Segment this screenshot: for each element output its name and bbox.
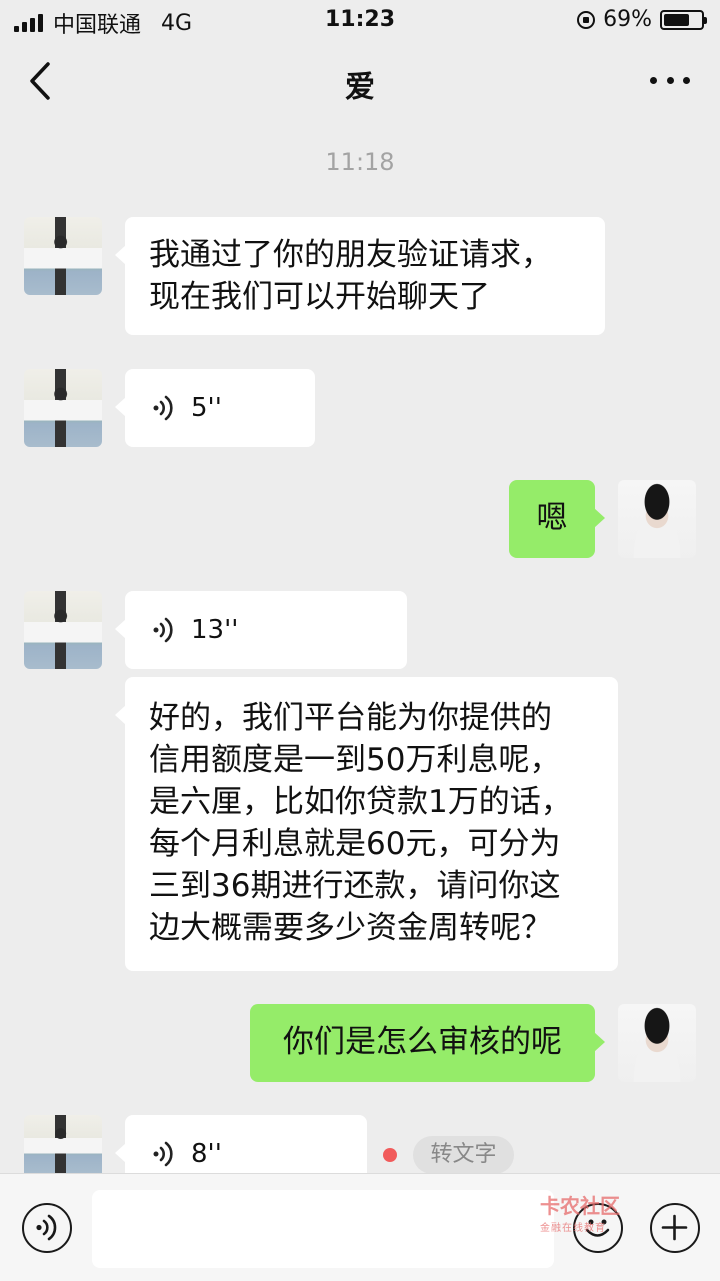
chat-title: 爱 <box>345 70 375 105</box>
message-bubble-received[interactable]: 我通过了你的朋友验证请求， 现在我们可以开始聊天了 <box>115 217 605 335</box>
message-text: 你们是怎么审核的呢 <box>283 1024 562 1060</box>
contact-avatar[interactable] <box>24 1115 102 1173</box>
message-bubble-sent[interactable]: 你们是怎么审核的呢 <box>250 1004 605 1082</box>
voice-duration: 13'' <box>191 615 239 645</box>
voice-message-content: 5'' <box>125 369 315 447</box>
unread-dot <box>383 1148 397 1162</box>
battery-level <box>664 13 689 26</box>
voice-message-content: 13'' <box>125 591 407 669</box>
plus-button[interactable] <box>650 1203 700 1253</box>
rotation-lock-icon <box>577 10 596 29</box>
battery-percent: 69% <box>603 7 652 32</box>
more-options-icon <box>650 76 657 84</box>
contact-avatar[interactable] <box>24 591 102 669</box>
voice-input-icon <box>36 1214 57 1241</box>
voice-wave-icon <box>153 617 173 643</box>
voice-input-button[interactable] <box>22 1203 72 1253</box>
convert-to-text-button[interactable]: 转文字 <box>413 1136 514 1174</box>
watermark-logo: 卡农社区 金融在线教育 <box>540 1190 620 1234</box>
more-dot <box>683 76 690 84</box>
message-bubble-received[interactable]: 好的，我们平台能为你提供的 信用额度是一到50万利息呢， 是六厘，比如你贷款1万… <box>115 677 618 971</box>
contact-avatar[interactable] <box>24 369 102 447</box>
more-dot <box>666 76 674 84</box>
nav-bar: 爱 <box>0 40 720 124</box>
message-timestamp: 11:18 <box>325 148 395 176</box>
self-avatar[interactable] <box>618 1004 696 1082</box>
voice-duration: 8'' <box>191 1139 222 1169</box>
message-text: 好的，我们平台能为你提供的 信用额度是一到50万利息呢， 是六厘，比如你贷款1万… <box>149 700 572 946</box>
voice-duration: 5'' <box>191 393 222 423</box>
message-bubble-sent[interactable]: 嗯 <box>509 480 605 558</box>
battery-icon <box>660 9 707 30</box>
more-options-button[interactable] <box>650 70 690 90</box>
self-avatar[interactable] <box>618 480 696 558</box>
watermark-text: 卡农社区 <box>540 1194 620 1218</box>
plus-icon <box>661 1214 688 1241</box>
voice-wave-icon <box>153 395 173 421</box>
status-right: 69% <box>577 7 707 32</box>
voice-wave-icon <box>153 1141 173 1167</box>
message-text: 我通过了你的朋友验证请求， 现在我们可以开始聊天了 <box>149 237 552 315</box>
watermark-subtext: 金融在线教育 <box>540 1223 606 1234</box>
status-bar: 中国联通 4G 11:23 69% <box>0 0 720 40</box>
contact-avatar[interactable] <box>24 217 102 295</box>
message-input[interactable] <box>92 1190 554 1268</box>
voice-message-bubble[interactable]: 5'' <box>115 369 315 447</box>
message-text: 嗯 <box>536 500 568 536</box>
voice-message-bubble[interactable]: 13'' <box>115 591 407 669</box>
voice-message-bubble[interactable]: 8'' <box>115 1115 367 1173</box>
